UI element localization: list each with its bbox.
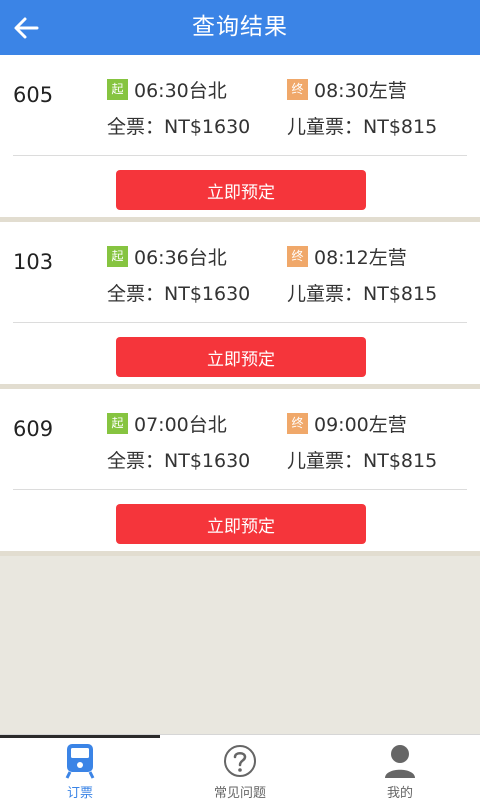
train-number: 605 — [13, 83, 54, 107]
book-now-button[interactable]: 立即预定 — [116, 337, 366, 377]
child-fare: 儿童票：NT$815 — [287, 283, 438, 305]
arrival: 终 08:12左营 — [287, 244, 407, 269]
child-fare: 儿童票：NT$815 — [287, 450, 438, 472]
train-card: 609 起 07:00台北 终 09:00左营 全票：NT$1630 儿童票：N… — [0, 389, 480, 556]
divider — [13, 155, 467, 156]
departure: 起 06:36台北 — [107, 244, 227, 269]
arrival-text: 08:12左营 — [314, 246, 407, 269]
full-fare: 全票：NT$1630 — [107, 450, 251, 472]
full-fare: 全票：NT$1630 — [107, 116, 251, 138]
train-number: 103 — [13, 250, 54, 274]
train-icon — [62, 743, 98, 779]
book-now-button[interactable]: 立即预定 — [116, 504, 366, 544]
arrival: 终 08:30左营 — [287, 77, 407, 102]
tab-label: 常见问题 — [213, 786, 266, 800]
app-header: 查询结果 — [0, 0, 480, 55]
departure: 起 06:30台北 — [107, 77, 227, 102]
bottom-tab-bar: 订票 常见问题 我的 — [0, 734, 480, 800]
train-number: 609 — [13, 417, 54, 441]
departure: 起 07:00台北 — [107, 411, 227, 436]
start-badge: 起 — [107, 78, 128, 100]
question-icon — [222, 743, 258, 779]
end-badge: 终 — [287, 245, 308, 267]
tab-faq[interactable]: 常见问题 — [160, 735, 320, 800]
start-badge: 起 — [107, 412, 128, 434]
user-icon — [382, 743, 418, 779]
departure-text: 07:00台北 — [134, 413, 227, 436]
tab-booking[interactable]: 订票 — [0, 735, 160, 800]
train-list: 605 起 06:30台北 终 08:30左营 全票：NT$1630 儿童票：N… — [0, 55, 480, 556]
divider — [13, 489, 467, 490]
tab-profile[interactable]: 我的 — [320, 735, 480, 800]
departure-text: 06:36台北 — [134, 246, 227, 269]
page-title: 查询结果 — [192, 14, 288, 40]
train-card: 103 起 06:36台北 终 08:12左营 全票：NT$1630 儿童票：N… — [0, 222, 480, 389]
train-card: 605 起 06:30台北 终 08:30左营 全票：NT$1630 儿童票：N… — [0, 55, 480, 222]
tab-label: 订票 — [66, 786, 93, 800]
book-now-button[interactable]: 立即预定 — [116, 170, 366, 210]
arrival-text: 08:30左营 — [314, 79, 407, 102]
divider — [13, 322, 467, 323]
end-badge: 终 — [287, 412, 308, 434]
departure-text: 06:30台北 — [134, 79, 227, 102]
start-badge: 起 — [107, 245, 128, 267]
arrival: 终 09:00左营 — [287, 411, 407, 436]
arrival-text: 09:00左营 — [314, 413, 407, 436]
tab-label: 我的 — [386, 786, 413, 800]
child-fare: 儿童票：NT$815 — [287, 116, 438, 138]
full-fare: 全票：NT$1630 — [107, 283, 251, 305]
end-badge: 终 — [287, 78, 308, 100]
